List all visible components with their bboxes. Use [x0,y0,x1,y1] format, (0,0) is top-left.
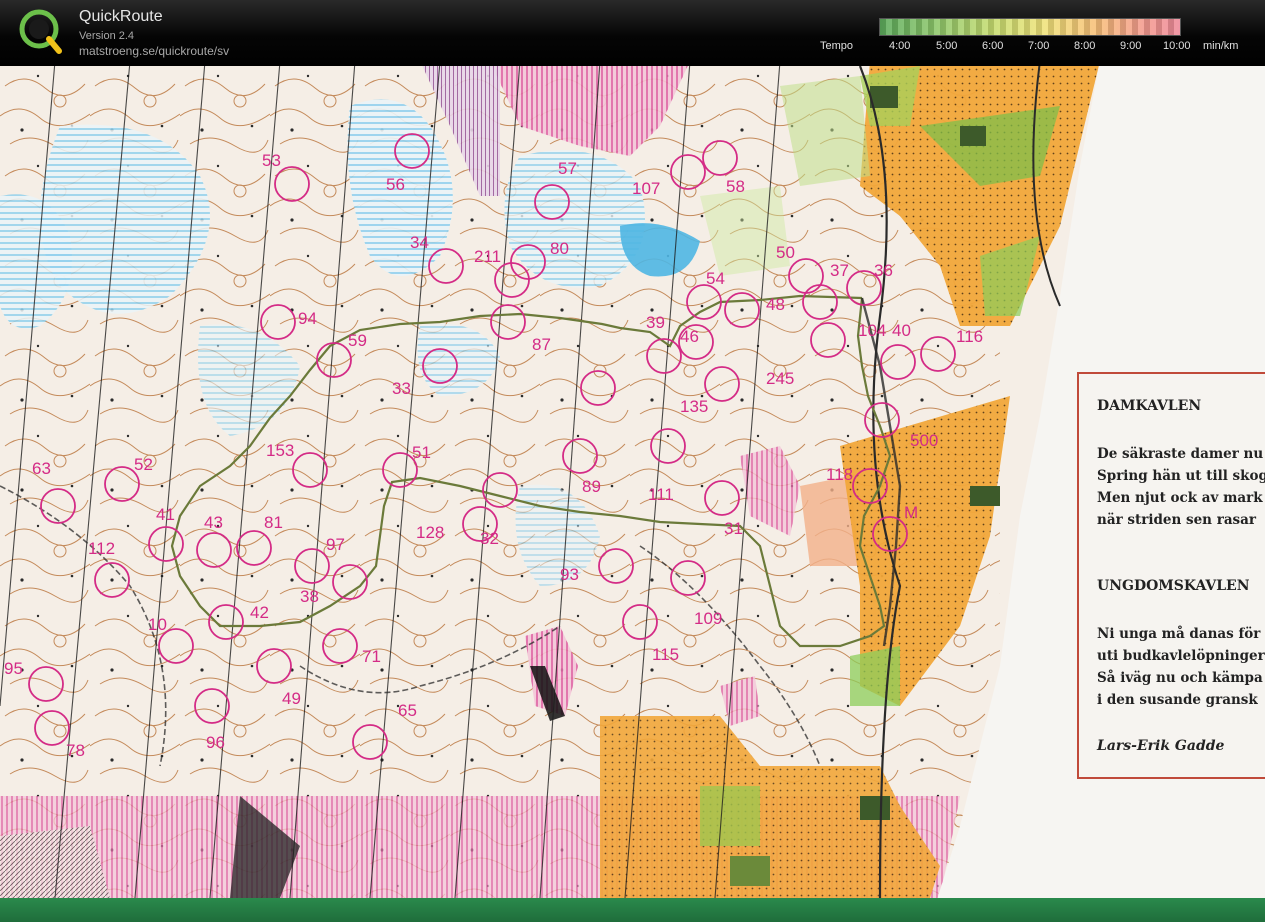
control-label: 111 [648,485,674,504]
control-label: 43 [204,513,223,532]
control-label: 78 [66,741,85,760]
control-label: 32 [480,529,499,548]
control-label: 37 [830,261,849,280]
control-label: 41 [156,505,175,524]
app-url: matstroeng.se/quickroute/sv [79,44,230,58]
tempo-tick: 8:00 [1074,40,1096,52]
control-label: 34 [410,233,429,252]
poem-author: Lars-Erik Gadde [1097,738,1225,754]
control-label: 107 [632,179,660,198]
poem-line: uti budkavlelöpninger [1097,648,1265,664]
control-label: 112 [88,539,115,558]
tempo-tick: 4:00 [889,40,911,52]
tempo-tick: 10:00 [1163,40,1191,52]
control-label: M [904,503,918,522]
tempo-tick: 7:00 [1028,40,1050,52]
poem-line: De säkraste damer nu [1097,446,1264,462]
map-canvas: 56 57 107 58 53 34 211 80 54 50 37 36 94… [0,66,1265,898]
control-label: 95 [4,659,23,678]
tempo-tick: 5:00 [936,40,958,52]
control-label: 245 [766,369,794,388]
control-label: 81 [264,513,283,532]
poem-line: i den susande gransk [1097,692,1258,708]
poem-line: när striden sen rasar [1097,512,1257,528]
orienteering-map[interactable]: 56 57 107 58 53 34 211 80 54 50 37 36 94… [0,66,1265,898]
quickroute-logo-icon [19,9,62,54]
control-label: 33 [392,379,411,398]
control-label: 38 [300,587,319,606]
control-label: 135 [680,397,708,416]
tempo-color-scale [879,18,1181,36]
control-label: 153 [266,441,294,460]
control-label: 57 [558,159,577,178]
control-label: 97 [326,535,345,554]
control-label: 116 [956,327,983,346]
control-label: 128 [416,523,444,542]
bottom-bar [0,898,1265,922]
control-label: 89 [582,477,601,496]
poem-line: Spring hän ut till skog [1097,468,1265,484]
control-label: 46 [680,327,699,346]
control-label: 65 [398,701,417,720]
control-label: 39 [646,313,665,332]
app-name: QuickRoute [79,8,163,25]
tempo-tick: 6:00 [982,40,1004,52]
control-label: 211 [474,247,501,266]
control-label: 59 [348,331,367,350]
control-label: 63 [32,459,51,478]
control-label: 50 [776,243,795,262]
control-label: 40 [892,321,911,340]
control-label: 71 [362,647,381,666]
control-label: 109 [694,609,722,628]
control-label: 118 [826,465,853,484]
control-label: 93 [560,565,579,584]
control-label: 31 [724,519,743,538]
tempo-unit: min/km [1203,40,1239,52]
poem-panel: DAMKAVLEN De säkraste damer nu Spring hä… [1077,372,1265,779]
poem-line: Men njut ock av mark [1097,490,1263,506]
poem-heading-ungdomskavlen: UNGDOMSKAVLEN [1097,578,1250,594]
control-label: 51 [412,443,431,462]
app-version: Version 2.4 [79,30,135,42]
poem-line: Så iväg nu och kämpa [1097,670,1263,686]
control-label: 500 [910,431,938,450]
app-header: QuickRoute Version 2.4 matstroeng.se/qui… [0,0,1265,66]
control-label: 42 [250,603,269,622]
control-label: 94 [298,309,317,328]
control-label: 115 [652,645,679,664]
control-label: 36 [874,261,893,280]
tempo-tick: 9:00 [1120,40,1142,52]
control-label: 58 [726,177,745,196]
control-label: 80 [550,239,569,258]
poem-heading-damkavlen: DAMKAVLEN [1097,398,1202,414]
control-label: 48 [766,295,785,314]
control-label: 49 [282,689,301,708]
control-label: 104 [858,321,886,340]
control-label: 52 [134,455,153,474]
control-label: 96 [206,733,225,752]
control-label: 87 [532,335,551,354]
control-label: 53 [262,151,281,170]
control-label: 54 [706,269,725,288]
control-label: 56 [386,175,405,194]
control-label: 10 [148,615,167,634]
tempo-label: Tempo [820,40,854,52]
poem-line: Ni unga må danas för [1097,626,1261,642]
